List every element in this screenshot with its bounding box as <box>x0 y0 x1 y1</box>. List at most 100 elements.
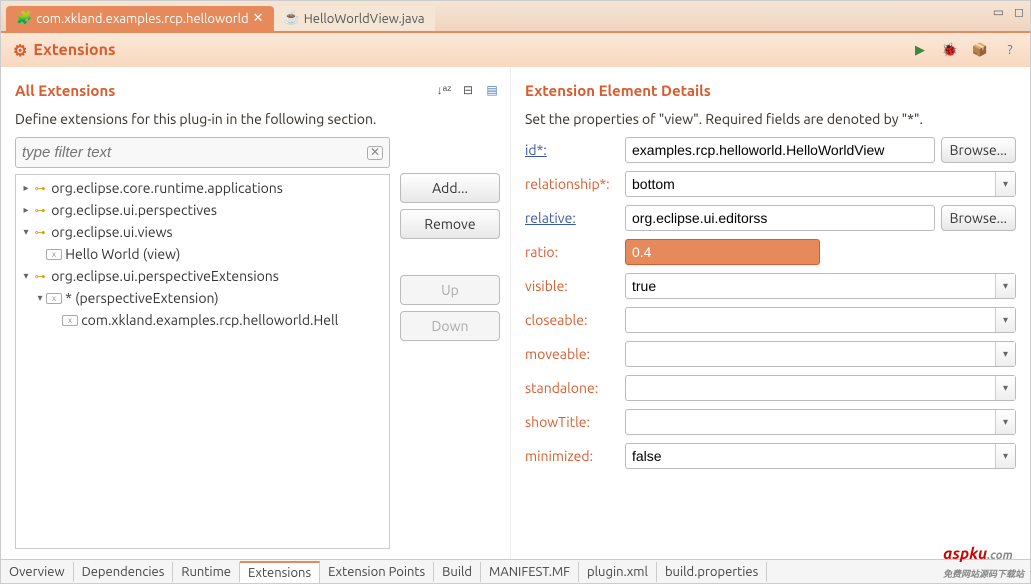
relative-input[interactable] <box>625 205 935 231</box>
close-icon[interactable]: ✕ <box>253 11 264 26</box>
browse-button[interactable]: Browse... <box>941 205 1016 231</box>
tree-label: * (perspectiveExtension) <box>65 290 219 306</box>
tab-runtime[interactable]: Runtime <box>173 562 240 582</box>
id-input[interactable] <box>625 137 935 163</box>
tab-build[interactable]: Build <box>434 562 481 582</box>
clear-filter-icon[interactable]: ✕ <box>367 146 383 160</box>
form-row-minimized: minimized: ▾ <box>525 443 1016 469</box>
visible-input[interactable] <box>626 274 995 298</box>
run-icon[interactable]: ▶ <box>912 42 928 58</box>
showtitle-label: showTitle: <box>525 414 619 430</box>
form-row-relationship: relationship*: ▾ <box>525 171 1016 197</box>
moveable-input[interactable] <box>626 342 995 366</box>
minimized-combo[interactable]: ▾ <box>625 443 1016 469</box>
tree-label: org.eclipse.core.runtime.applications <box>51 180 283 196</box>
chevron-down-icon[interactable]: ▾ <box>995 342 1015 366</box>
id-label[interactable]: id*: <box>525 142 619 158</box>
tree-item[interactable]: ▾⊶ org.eclipse.ui.views <box>16 221 389 243</box>
tree-item[interactable]: ▸⊶ org.eclipse.core.runtime.applications <box>16 177 389 199</box>
tab-plugin-xml[interactable]: plugin.xml <box>579 562 657 582</box>
watermark-suffix: .com <box>987 549 1013 562</box>
tree-column: ✕ ▸⊶ org.eclipse.core.runtime.applicatio… <box>15 137 390 549</box>
form-row-moveable: moveable: ▾ <box>525 341 1016 367</box>
form-row-visible: visible: ▾ <box>525 273 1016 299</box>
tab-manifest[interactable]: MANIFEST.MF <box>481 562 579 582</box>
extensions-icon: ⚙ <box>13 41 27 60</box>
tree-item[interactable]: ▾x * (perspectiveExtension) <box>16 287 389 309</box>
visible-combo[interactable]: ▾ <box>625 273 1016 299</box>
sort-icon[interactable]: ↓ᵃᶻ <box>436 82 452 98</box>
remove-button[interactable]: Remove <box>400 209 500 239</box>
help-icon[interactable]: ? <box>1002 42 1018 58</box>
tree-item[interactable]: x Hello World (view) <box>16 243 389 265</box>
moveable-combo[interactable]: ▾ <box>625 341 1016 367</box>
chevron-down-icon[interactable]: ▾ <box>995 410 1015 434</box>
down-button: Down <box>400 311 500 341</box>
left-panel-toolbar: ↓ᵃᶻ ⊟ ▤ <box>436 82 500 98</box>
add-button[interactable]: Add... <box>400 173 500 203</box>
debug-icon[interactable]: 🐞 <box>942 42 958 58</box>
minimize-icon[interactable]: ▭ <box>993 5 1004 19</box>
tab-build-properties[interactable]: build.properties <box>657 562 767 582</box>
tree-item[interactable]: x com.xkland.examples.rcp.helloworld.Hel… <box>16 309 389 331</box>
chevron-down-icon[interactable]: ▾ <box>995 308 1015 332</box>
tab-extension-points[interactable]: Extension Points <box>320 562 434 582</box>
bottom-tab-bar: Overview Dependencies Runtime Extensions… <box>1 559 1030 583</box>
showtitle-combo[interactable]: ▾ <box>625 409 1016 435</box>
extension-details-panel: Extension Element Details Set the proper… <box>511 67 1030 559</box>
watermark-sub: 免费网站源码下载站 <box>943 569 1024 579</box>
header-toolbar: ▶ 🐞 📦 ? <box>912 42 1018 58</box>
chevron-down-icon[interactable]: ▾ <box>995 274 1015 298</box>
up-button: Up <box>400 275 500 305</box>
page-title: ⚙ Extensions <box>13 41 912 60</box>
form-row-id: id*: Browse... <box>525 137 1016 163</box>
filter-wrap: ✕ <box>15 137 390 168</box>
minimized-input[interactable] <box>626 444 995 468</box>
closeable-combo[interactable]: ▾ <box>625 307 1016 333</box>
tree-label: org.eclipse.ui.perspectiveExtensions <box>51 268 279 284</box>
right-panel-title: Extension Element Details <box>525 82 1016 99</box>
form-row-relative: relative: Browse... <box>525 205 1016 231</box>
expand-icon[interactable]: ▤ <box>484 82 500 98</box>
tab-overview[interactable]: Overview <box>1 562 74 582</box>
chevron-down-icon[interactable]: ▾ <box>995 376 1015 400</box>
browse-button[interactable]: Browse... <box>941 137 1016 163</box>
chevron-down-icon[interactable]: ▾ <box>995 172 1015 196</box>
editor-header: ⚙ Extensions ▶ 🐞 📦 ? <box>1 31 1030 67</box>
form-row-standalone: standalone: ▾ <box>525 375 1016 401</box>
editor-tab-active[interactable]: 🧩 com.xkland.examples.rcp.helloworld ✕ <box>6 6 274 31</box>
relationship-input[interactable] <box>626 172 995 196</box>
showtitle-input[interactable] <box>626 410 995 434</box>
tab-label: HelloWorldView.java <box>304 12 425 26</box>
chevron-down-icon[interactable]: ▾ <box>995 444 1015 468</box>
visible-label: visible: <box>525 278 619 294</box>
closeable-label: closeable: <box>525 312 619 328</box>
collapse-icon[interactable]: ⊟ <box>460 82 476 98</box>
editor-tab-inactive[interactable]: ☕ HelloWorldView.java <box>274 6 435 31</box>
standalone-label: standalone: <box>525 380 619 396</box>
maximize-icon[interactable]: ◻ <box>1014 5 1024 19</box>
watermark-main: aspku <box>943 545 987 563</box>
tree-label: Hello World (view) <box>65 246 180 262</box>
tab-extensions[interactable]: Extensions <box>240 561 320 583</box>
ratio-input[interactable] <box>625 239 820 265</box>
closeable-input[interactable] <box>626 308 995 332</box>
form-row-showtitle: showTitle: ▾ <box>525 409 1016 435</box>
form-row-ratio: ratio: <box>525 239 1016 265</box>
button-column: Add... Remove Up Down <box>400 137 500 549</box>
tab-dependencies[interactable]: Dependencies <box>74 562 174 582</box>
standalone-combo[interactable]: ▾ <box>625 375 1016 401</box>
left-body: ✕ ▸⊶ org.eclipse.core.runtime.applicatio… <box>15 137 500 549</box>
relative-label[interactable]: relative: <box>525 210 619 226</box>
standalone-input[interactable] <box>626 376 995 400</box>
export-icon[interactable]: 📦 <box>972 42 988 58</box>
java-icon: ☕ <box>284 11 300 26</box>
relationship-combo[interactable]: ▾ <box>625 171 1016 197</box>
extensions-tree[interactable]: ▸⊶ org.eclipse.core.runtime.applications… <box>15 174 390 549</box>
filter-input[interactable] <box>22 140 367 165</box>
tree-item[interactable]: ▸⊶ org.eclipse.ui.perspectives <box>16 199 389 221</box>
tree-item[interactable]: ▾⊶ org.eclipse.ui.perspectiveExtensions <box>16 265 389 287</box>
tree-label: org.eclipse.ui.perspectives <box>51 202 217 218</box>
right-subtitle: Set the properties of "view". Required f… <box>525 111 1016 127</box>
watermark: aspku.com 免费网站源码下载站 <box>943 545 1024 581</box>
